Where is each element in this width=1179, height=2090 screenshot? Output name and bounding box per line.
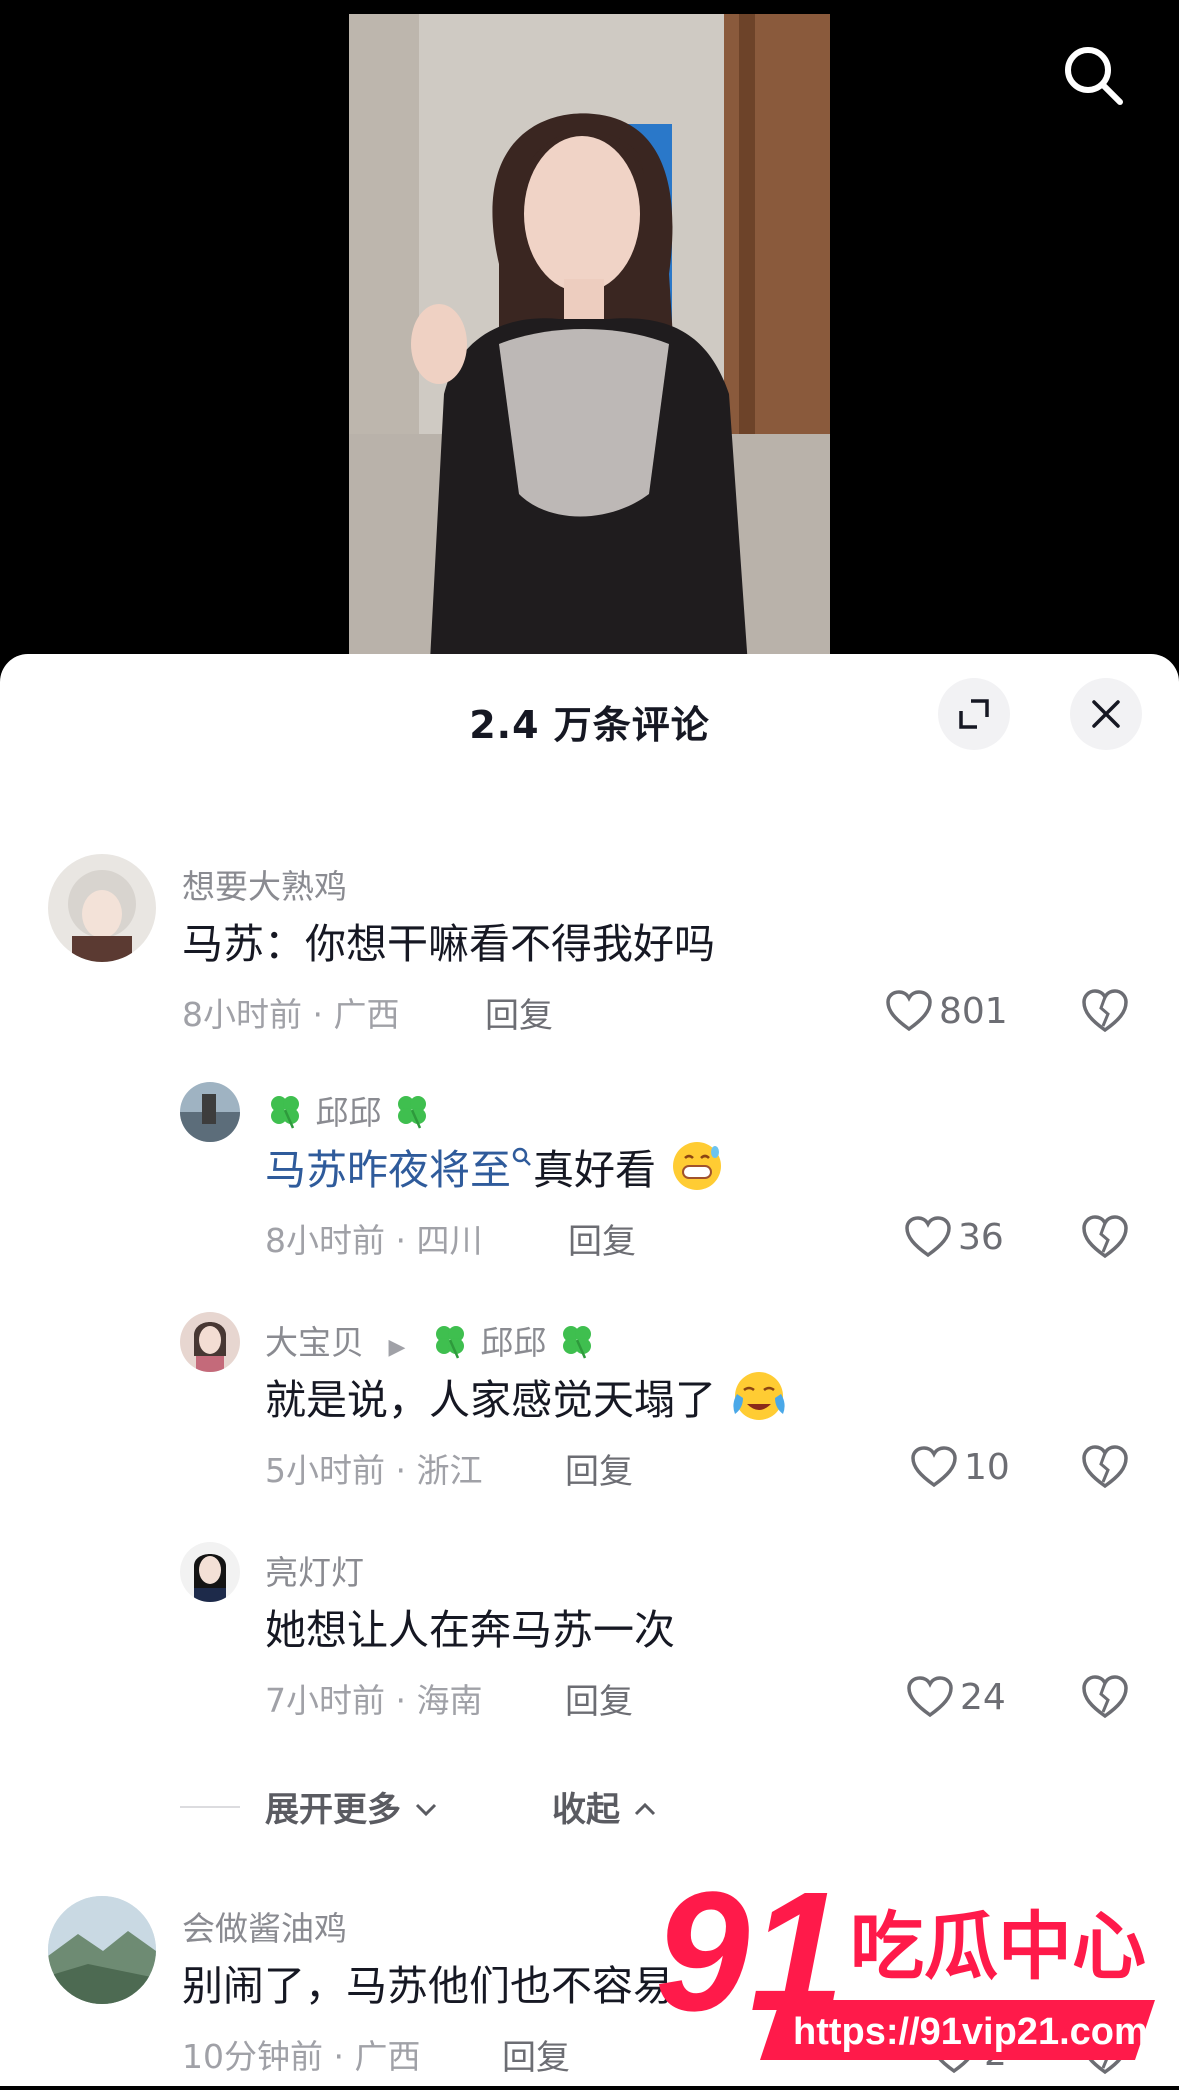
search-icon [1065, 47, 1123, 105]
heart-icon [905, 1216, 951, 1258]
broken-heart-icon [1082, 1215, 1128, 1259]
broken-heart-icon [1082, 1675, 1128, 1719]
reply-button[interactable]: 回复 [502, 2030, 570, 2079]
comment-text: 马苏昨夜将至 真好看 [265, 1136, 725, 1196]
like-button[interactable]: 24 [906, 1672, 1006, 1722]
close-sheet-button[interactable] [1070, 678, 1142, 750]
like-button[interactable]: 36 [904, 1212, 1004, 1262]
reply-button[interactable]: 回复 [565, 1444, 633, 1493]
reply-button[interactable]: 回复 [565, 1674, 633, 1723]
comment-meta: 8小时前 · 广西 [182, 995, 400, 1034]
collapse-button[interactable]: 收起 [552, 1782, 658, 1831]
dislike-button[interactable] [1080, 1442, 1130, 1492]
clover-icon [398, 1096, 426, 1129]
clover-icon [435, 1326, 464, 1359]
comment-text: 她想让人在奔马苏一次 [265, 1606, 675, 1654]
video-thumbnail[interactable] [349, 14, 830, 680]
heart-icon [911, 1446, 957, 1488]
comment-username[interactable]: 亮灯灯 [265, 1546, 364, 1594]
avatar[interactable] [180, 1542, 240, 1602]
close-icon [1092, 700, 1120, 728]
comment-username[interactable]: 大宝贝 ▶ 邱邱 [265, 1316, 597, 1364]
broken-heart-icon [1082, 989, 1128, 1033]
expand-icon [959, 699, 989, 729]
like-button[interactable]: 10 [910, 1442, 1010, 1492]
crying-emoji-icon [733, 1372, 785, 1420]
like-count: 24 [960, 1676, 1006, 1718]
like-count: 10 [964, 1446, 1010, 1488]
watermark-url: https://91vip21.com [793, 2011, 1148, 2053]
expand-more-button[interactable]: 展开更多 [265, 1782, 439, 1831]
dislike-button[interactable] [1080, 986, 1130, 1036]
comment-meta: 10分钟前 · 广西 [182, 2037, 421, 2076]
divider [180, 1806, 240, 1808]
chevron-up-icon [634, 1802, 655, 1816]
comment-meta: 7小时前 · 海南 [265, 1681, 483, 1720]
clover-icon [562, 1326, 591, 1359]
grinning-sweat-emoji-icon [673, 1142, 722, 1190]
comment-text: 别闹了，马苏他们也不容易 [182, 1962, 674, 2010]
comment-username[interactable]: 想要大熟鸡 [182, 860, 347, 908]
chevron-down-icon [415, 1803, 436, 1817]
dislike-button[interactable] [1080, 1672, 1130, 1722]
heart-icon [886, 990, 932, 1032]
comment-meta: 8小时前 · 四川 [265, 1221, 483, 1260]
avatar[interactable] [180, 1082, 240, 1142]
avatar[interactable] [48, 854, 156, 962]
comment-text: 马苏：你想干嘛看不得我好吗 [182, 920, 715, 968]
comment-meta: 5小时前 · 浙江 [265, 1451, 483, 1490]
reply-button[interactable]: 回复 [485, 988, 553, 1037]
watermark-text: 吃瓜中心 [850, 1904, 1146, 1990]
heart-icon [907, 1676, 953, 1718]
comment-username[interactable]: 邱邱 [265, 1086, 432, 1134]
like-count: 801 [939, 990, 1008, 1032]
video-player[interactable] [0, 0, 1179, 680]
like-count: 36 [958, 1216, 1004, 1258]
broken-heart-icon [1082, 1445, 1128, 1489]
reply-arrow-icon: ▶ [388, 1335, 406, 1360]
dislike-button[interactable] [1080, 1212, 1130, 1262]
comment-username[interactable]: 会做酱油鸡 [182, 1902, 347, 1950]
search-icon [512, 1147, 531, 1166]
search-button[interactable] [1058, 40, 1130, 112]
avatar[interactable] [180, 1312, 240, 1372]
comment-text: 就是说，人家感觉天塌了 [265, 1366, 789, 1426]
mention-link[interactable]: 马苏昨夜将至 [265, 1146, 511, 1194]
like-button[interactable]: 801 [885, 986, 1008, 1036]
expand-sheet-button[interactable] [938, 678, 1010, 750]
thread-controls: 展开更多 收起 [180, 1782, 880, 1832]
clover-icon [271, 1096, 299, 1129]
reply-button[interactable]: 回复 [568, 1214, 636, 1263]
avatar[interactable] [48, 1896, 156, 2004]
watermark-logo: 91 吃瓜中心 https://91vip21.com [655, 1857, 1155, 2086]
